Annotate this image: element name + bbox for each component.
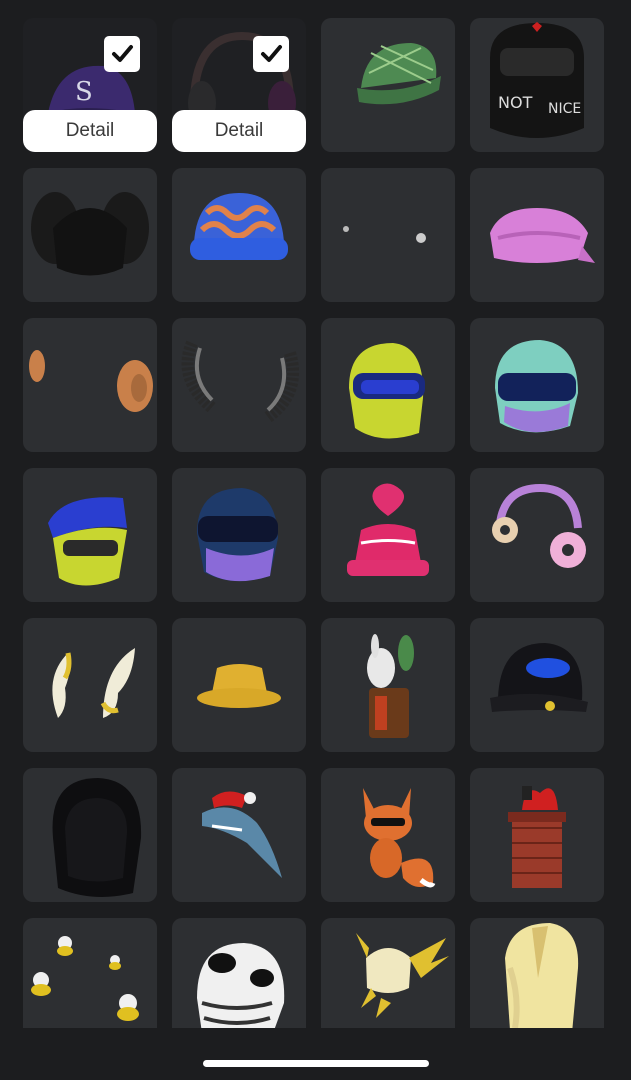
curved-horns-icon [52, 648, 135, 718]
checkmark-icon [261, 45, 282, 62]
home-indicator[interactable] [203, 1060, 429, 1067]
tiny-earrings-icon [343, 226, 426, 243]
accessory-tile-yellow-bucket-hat[interactable] [172, 618, 306, 752]
checkmark-icon [112, 45, 133, 62]
accessory-tile-donut-headphones[interactable] [470, 468, 604, 602]
accessory-tile-curved-horns[interactable] [23, 618, 157, 752]
accessory-grid-viewport[interactable]: S Detail Detail NOT NICE [0, 0, 631, 1028]
accessory-tile-ears[interactable] [23, 318, 157, 452]
cow-football-helmet-icon [197, 943, 285, 1028]
accessory-tile-duck-swarm[interactable] [23, 918, 157, 1028]
teal-racing-helmet-icon [495, 340, 578, 433]
accessory-tile-pink-bucket-hat[interactable] [321, 468, 455, 602]
mask-text-nice: NICE [548, 101, 581, 117]
accessory-tile-green-plaid-cap[interactable] [321, 18, 455, 152]
black-hood-icon [52, 778, 142, 897]
accessory-tile-yellow-racing-helmet[interactable] [321, 318, 455, 452]
accessory-tile-pink-bandana[interactable] [470, 168, 604, 302]
accessory-grid: S Detail Detail NOT NICE [23, 18, 604, 1028]
selected-checkbox[interactable] [253, 36, 289, 72]
accessory-tile-black-knit-hair[interactable] [23, 168, 157, 302]
accessory-tile-tiny-earrings[interactable] [321, 168, 455, 302]
svg-text:S: S [75, 77, 93, 107]
donut-headphones-icon [492, 483, 586, 568]
not-nice-mask-icon: NOT NICE [490, 22, 584, 138]
black-knit-hair-icon [31, 192, 149, 276]
duck-swarm-icon [31, 936, 139, 1021]
accessory-tile-black-cap[interactable] [470, 618, 604, 752]
accessory-tile-not-nice-mask[interactable]: NOT NICE [470, 18, 604, 152]
accessory-tile-winged-helmet[interactable] [321, 918, 455, 1028]
santa-shark-icon [202, 791, 282, 878]
green-plaid-cap-icon [357, 43, 441, 105]
pink-bandana-icon [490, 208, 595, 263]
accessory-tile-headphones[interactable]: Detail [172, 18, 306, 152]
ears-icon [29, 350, 153, 412]
selected-checkbox[interactable] [104, 36, 140, 72]
accessory-tile-purple-cap[interactable]: S Detail [23, 18, 157, 152]
accessory-tile-blue-beanie[interactable] [172, 168, 306, 302]
blue-purple-helmet-icon [197, 488, 278, 582]
yellow-bucket-hat-icon [197, 664, 281, 708]
black-cap-icon [490, 643, 588, 712]
open-racing-helmet-icon [48, 497, 127, 586]
accessory-tile-open-racing-helmet[interactable] [23, 468, 157, 602]
accessory-tile-cow-football-helmet[interactable] [172, 918, 306, 1028]
accessory-tile-santa-shark[interactable] [172, 768, 306, 902]
detail-button[interactable]: Detail [172, 110, 306, 152]
fox-icon [363, 788, 436, 888]
santa-chimney-icon [508, 786, 566, 888]
accessory-tile-black-hood[interactable] [23, 768, 157, 902]
spiky-horns-icon [181, 340, 300, 423]
accessory-tile-teal-racing-helmet[interactable] [470, 318, 604, 452]
accessory-tile-fox[interactable] [321, 768, 455, 902]
mask-text-not: NOT [498, 93, 533, 112]
accessory-tile-gold-hood[interactable] [470, 918, 604, 1028]
accessory-tile-bunny-statue[interactable] [321, 618, 455, 752]
winged-helmet-icon [356, 933, 449, 1018]
blue-beanie-icon [190, 193, 288, 260]
accessory-tile-spiky-horns[interactable] [172, 318, 306, 452]
gold-hood-icon [505, 923, 579, 1028]
detail-button[interactable]: Detail [23, 110, 157, 152]
pink-bucket-hat-icon [347, 483, 429, 576]
bunny-statue-icon [367, 634, 414, 738]
yellow-racing-helmet-icon [349, 343, 425, 439]
accessory-tile-santa-chimney[interactable] [470, 768, 604, 902]
accessory-tile-blue-purple-helmet[interactable] [172, 468, 306, 602]
